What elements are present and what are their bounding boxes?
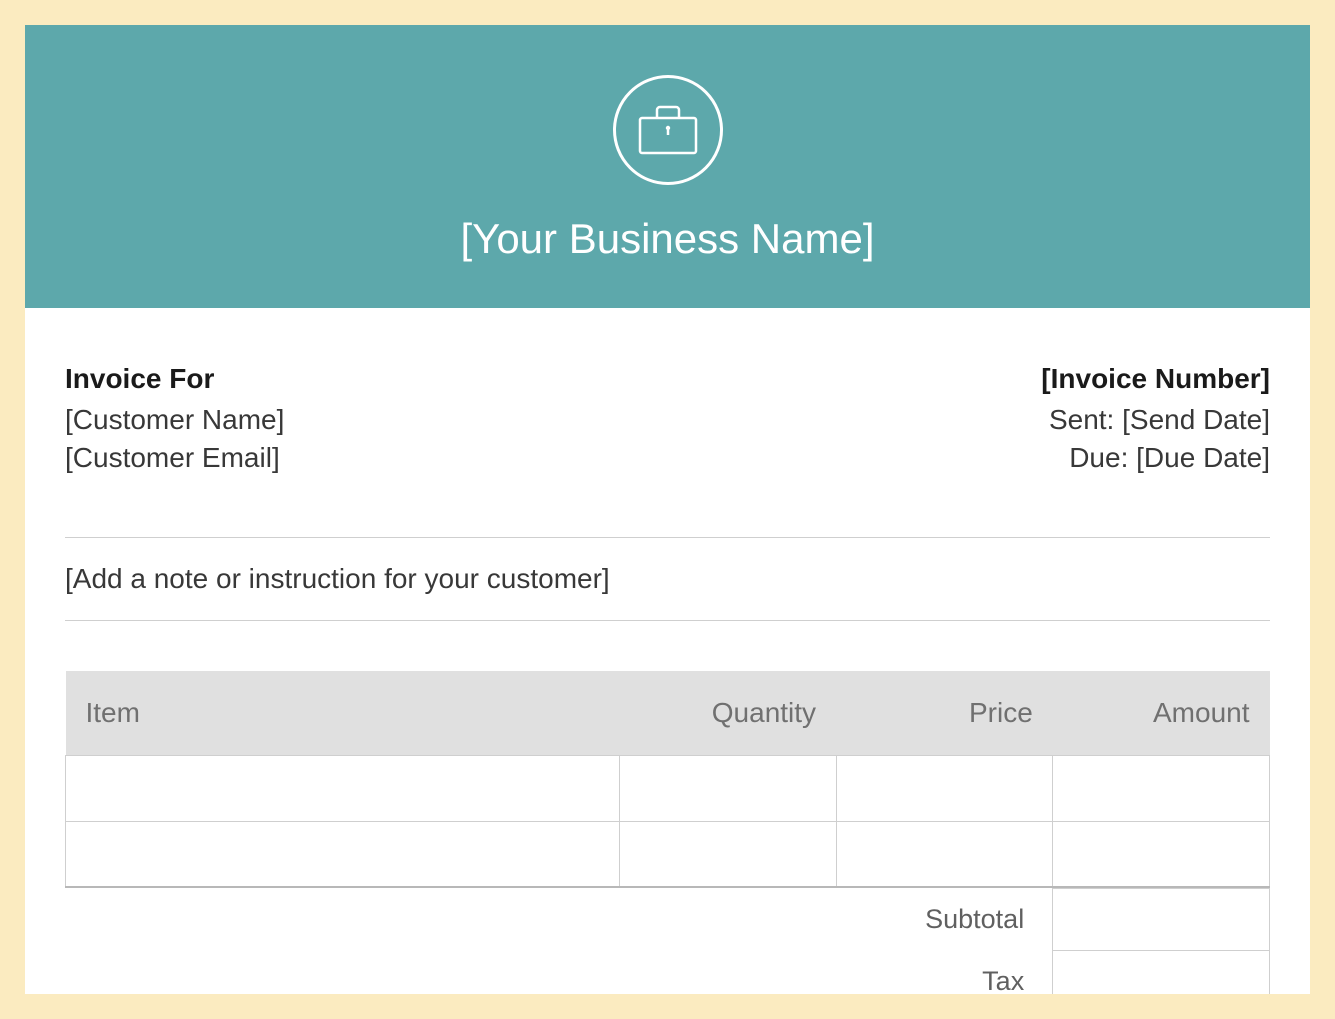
subtotal-value[interactable] [1053,889,1270,951]
cell-item[interactable] [66,821,620,887]
invoice-header: [Your Business Name] [25,25,1310,308]
note-field[interactable]: [Add a note or instruction for your cust… [65,563,1270,595]
tax-row: Tax [65,951,1270,994]
table-header-row: Item Quantity Price Amount [66,671,1270,756]
cell-quantity[interactable] [619,821,836,887]
customer-info: Invoice For [Customer Name] [Customer Em… [65,363,284,477]
cell-quantity[interactable] [619,755,836,821]
totals-section: Subtotal Tax [25,888,1310,994]
due-date-row: Due: [Due Date] [1041,439,1270,477]
header-item: Item [66,671,620,756]
business-name[interactable]: [Your Business Name] [25,215,1310,263]
tax-value[interactable] [1053,951,1270,994]
cell-item[interactable] [66,755,620,821]
table-row [66,755,1270,821]
invoice-for-label: Invoice For [65,363,284,395]
subtotal-row: Subtotal [65,889,1270,951]
invoice-document: [Your Business Name] Invoice For [Custom… [25,25,1310,994]
header-quantity: Quantity [619,671,836,756]
business-logo-circle [613,75,723,185]
line-items-table: Item Quantity Price Amount [65,671,1270,889]
sent-date-row: Sent: [Send Date] [1041,401,1270,439]
cell-price[interactable] [836,821,1053,887]
cell-amount[interactable] [1053,755,1270,821]
header-amount: Amount [1053,671,1270,756]
header-price: Price [836,671,1053,756]
customer-email-field[interactable]: [Customer Email] [65,439,284,477]
tax-label: Tax [65,951,1053,994]
invoice-number-field[interactable]: [Invoice Number] [1041,363,1270,395]
cell-amount[interactable] [1053,821,1270,887]
due-date-field[interactable]: [Due Date] [1136,442,1270,473]
line-items-section: Item Quantity Price Amount [25,621,1310,889]
customer-name-field[interactable]: [Customer Name] [65,401,284,439]
sent-label: Sent: [1049,404,1114,435]
subtotal-label: Subtotal [65,889,1053,951]
invoice-info-section: Invoice For [Customer Name] [Customer Em… [25,308,1310,502]
send-date-field[interactable]: [Send Date] [1122,404,1270,435]
note-section: [Add a note or instruction for your cust… [65,537,1270,621]
due-label: Due: [1069,442,1128,473]
invoice-meta: [Invoice Number] Sent: [Send Date] Due: … [1041,363,1270,477]
cell-price[interactable] [836,755,1053,821]
table-row [66,821,1270,887]
briefcase-icon [637,104,699,156]
